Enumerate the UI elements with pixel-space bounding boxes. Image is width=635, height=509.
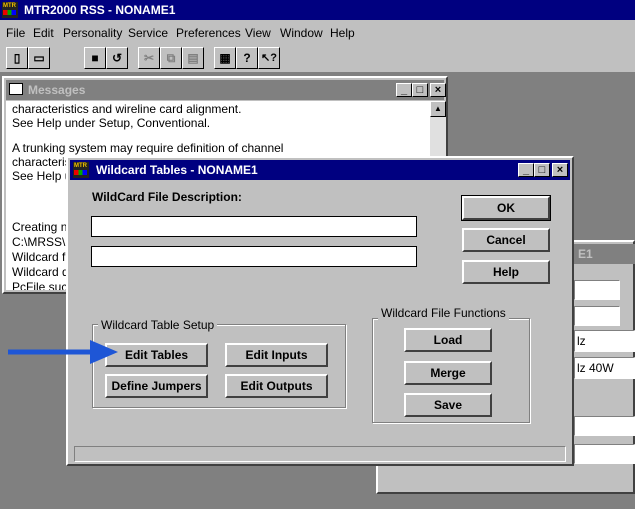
minimize-icon[interactable]: _ xyxy=(518,163,534,177)
help-button[interactable]: Help xyxy=(462,260,550,284)
close-icon[interactable]: × xyxy=(430,83,446,97)
message-line: Wildcard fi xyxy=(12,250,69,264)
message-line: PcFile suc xyxy=(12,280,68,290)
table-setup-group-label: Wildcard Table Setup xyxy=(98,318,218,332)
save-as-icon[interactable]: ↺ xyxy=(106,47,128,69)
messages-title: Messages xyxy=(28,83,86,97)
background-window-title: E1 xyxy=(578,247,593,261)
help-icon[interactable]: ? xyxy=(236,47,258,69)
menu-window[interactable]: Window xyxy=(280,26,323,40)
background-field[interactable] xyxy=(574,416,635,436)
background-field[interactable] xyxy=(574,280,620,300)
ok-button[interactable]: OK xyxy=(461,195,551,221)
message-line: Creating n xyxy=(12,220,68,234)
define-jumpers-button[interactable]: Define Jumpers xyxy=(105,374,208,398)
open-icon[interactable]: ▭ xyxy=(28,47,50,69)
app-logo-text: MTR xyxy=(3,3,16,9)
menu-bar: File Edit Personality Service Preference… xyxy=(0,20,635,44)
messages-title-bar: Messages _ □ × xyxy=(6,80,446,100)
annotation-arrow-icon xyxy=(8,340,118,364)
message-line: See Help under Setup, Conventional. xyxy=(12,116,211,130)
maximize-icon[interactable]: □ xyxy=(534,163,550,177)
menu-preferences[interactable]: Preferences xyxy=(176,26,241,40)
dialog-title-bar: MTR Wildcard Tables - NONAME1 _ □ × xyxy=(70,160,570,180)
file-functions-group-label: Wildcard File Functions xyxy=(378,306,509,320)
toolbar: ▯ ▭ ■ ↺ ✂ ⧉ ▤ ▦ ? ↖? xyxy=(0,44,635,73)
background-field[interactable]: lz xyxy=(574,330,635,352)
save-icon[interactable]: ■ xyxy=(84,47,106,69)
merge-button[interactable]: Merge xyxy=(404,361,492,385)
dialog-title: Wildcard Tables - NONAME1 xyxy=(96,163,258,177)
dialog-logo-icon: MTR xyxy=(73,162,89,178)
print-icon[interactable]: ▦ xyxy=(214,47,236,69)
app-title: MTR2000 RSS - NONAME1 xyxy=(24,3,176,17)
cancel-button[interactable]: Cancel xyxy=(462,228,550,252)
minimize-icon[interactable]: _ xyxy=(396,83,412,97)
edit-outputs-button[interactable]: Edit Outputs xyxy=(225,374,328,398)
maximize-icon[interactable]: □ xyxy=(412,83,428,97)
save-button[interactable]: Save xyxy=(404,393,492,417)
menu-personality[interactable]: Personality xyxy=(63,26,122,40)
app-logo-icon: MTR xyxy=(2,2,18,18)
message-line: C:\MRSS\ xyxy=(12,235,66,249)
menu-help[interactable]: Help xyxy=(330,26,355,40)
description-label: WildCard File Description: xyxy=(92,190,242,204)
background-field[interactable]: lz 40W xyxy=(574,357,635,379)
menu-edit[interactable]: Edit xyxy=(33,26,54,40)
menu-view[interactable]: View xyxy=(245,26,271,40)
message-line: characteristics and wireline card alignm… xyxy=(12,102,242,116)
load-button[interactable]: Load xyxy=(404,328,492,352)
description-input-1[interactable] xyxy=(91,216,417,237)
message-line: Wildcard d xyxy=(12,265,69,279)
annotation-arrow-head xyxy=(90,340,118,364)
description-input-2[interactable] xyxy=(91,246,417,267)
wildcard-tables-dialog: MTR Wildcard Tables - NONAME1 _ □ × Wild… xyxy=(66,156,574,466)
menu-service[interactable]: Service xyxy=(128,26,168,40)
background-field[interactable] xyxy=(574,444,635,464)
copy-icon[interactable]: ⧉ xyxy=(160,47,182,69)
menu-file[interactable]: File xyxy=(6,26,25,40)
new-icon[interactable]: ▯ xyxy=(6,47,28,69)
messages-window-icon xyxy=(9,83,23,95)
paste-icon[interactable]: ▤ xyxy=(182,47,204,69)
edit-inputs-button[interactable]: Edit Inputs xyxy=(225,343,328,367)
dialog-status-bar xyxy=(74,446,566,462)
background-field[interactable] xyxy=(574,306,620,326)
message-line: A trunking system may require definition… xyxy=(12,141,284,155)
app-title-bar: MTR MTR2000 RSS - NONAME1 xyxy=(0,0,635,20)
cut-icon[interactable]: ✂ xyxy=(138,47,160,69)
scroll-up-icon[interactable]: ▲ xyxy=(430,101,446,117)
message-line: See Help u xyxy=(12,169,72,183)
context-help-icon[interactable]: ↖? xyxy=(258,47,280,69)
close-icon[interactable]: × xyxy=(552,163,568,177)
